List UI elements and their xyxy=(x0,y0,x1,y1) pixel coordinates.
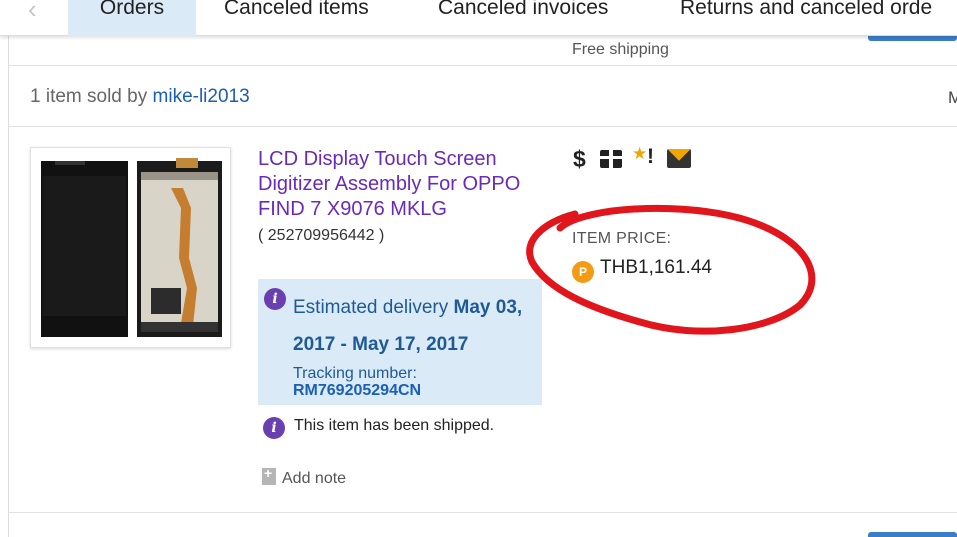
truncated-right-text: M xyxy=(948,88,957,107)
action-button-edge[interactable] xyxy=(868,36,957,41)
tab-bar: ‹ Orders Canceled items Canceled invoice… xyxy=(0,0,957,36)
tracking-label: Tracking number: xyxy=(293,365,417,382)
tracking-number-link[interactable]: RM769205294CN xyxy=(293,382,421,400)
info-icon: i xyxy=(263,417,285,439)
tab-orders[interactable]: Orders xyxy=(68,0,196,36)
package-icon xyxy=(600,150,622,168)
mail-icon xyxy=(667,149,691,168)
item-price-label: ITEM PRICE: xyxy=(572,230,672,247)
tab-canceled-invoices[interactable]: Canceled invoices xyxy=(438,0,608,36)
divider xyxy=(8,126,957,127)
delivery-prefix: Estimated delivery xyxy=(293,297,449,318)
note-add-icon xyxy=(262,465,276,485)
alert-icon: ! xyxy=(647,145,654,168)
product-image[interactable] xyxy=(30,147,231,348)
seller-prefix: 1 item sold by xyxy=(30,86,148,107)
item-title-link[interactable]: LCD Display Touch Screen Digitizer Assem… xyxy=(258,147,558,222)
seller-line: 1 item sold by mike-li2013 xyxy=(30,86,250,108)
estimated-delivery: Estimated delivery May 03, 2017 - May 17… xyxy=(293,289,538,363)
add-note-button[interactable]: Add note xyxy=(262,465,347,488)
add-note-label: Add note xyxy=(282,470,347,487)
action-button-edge[interactable] xyxy=(868,532,957,537)
star-icon: ★ xyxy=(632,144,648,163)
delivery-info-box: i Estimated delivery May 03, 2017 - May … xyxy=(258,279,542,405)
shipped-status: This item has been shipped. xyxy=(294,417,495,434)
panel-border xyxy=(8,36,9,537)
free-shipping-label: Free shipping xyxy=(572,41,669,58)
item-number: ( 252709956442 ) xyxy=(258,227,385,244)
coin-icon: P xyxy=(572,261,594,283)
chevron-left-icon[interactable]: ‹ xyxy=(28,0,37,25)
divider xyxy=(8,512,957,513)
item-price: P THB1,161.44 xyxy=(572,257,712,283)
dollar-icon: $ xyxy=(573,146,586,172)
tab-returns-and-canceled-orders[interactable]: Returns and canceled orde xyxy=(680,0,932,36)
tab-canceled-items[interactable]: Canceled items xyxy=(224,0,369,36)
seller-link[interactable]: mike-li2013 xyxy=(153,86,250,107)
lcd-screen-image xyxy=(41,158,222,337)
info-icon: i xyxy=(264,288,286,310)
orders-page: ‹ Orders Canceled items Canceled invoice… xyxy=(0,0,957,537)
item-price-value: THB1,161.44 xyxy=(600,257,712,278)
divider xyxy=(8,65,957,66)
